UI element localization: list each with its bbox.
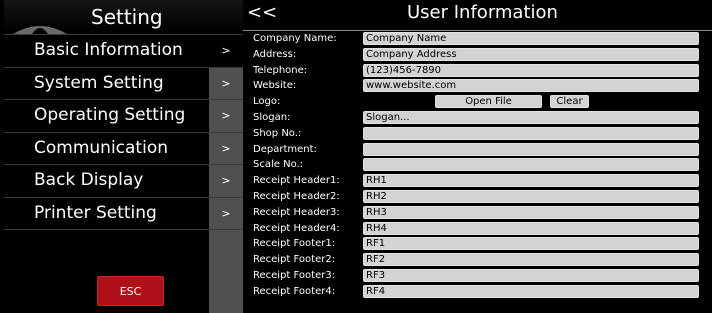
form-row-website: Website: www.website.com xyxy=(253,78,708,94)
chevron-right-icon: > xyxy=(209,67,243,99)
chevron-right-icon: > xyxy=(209,100,243,132)
shop-no-label: Shop No.: xyxy=(253,127,302,139)
sidebar-item-label: System Setting xyxy=(34,72,164,93)
receipt-header2-label: Receipt Header2: xyxy=(253,190,340,202)
receipt-footer4-label: Receipt Footer4: xyxy=(253,285,336,297)
form-row-scale-no: Scale No.: xyxy=(253,157,708,173)
sidebar-title: Setting xyxy=(91,5,163,29)
slogan-label: Slogan: xyxy=(253,111,291,123)
form-row-department: Department: xyxy=(253,142,708,158)
address-label: Address: xyxy=(253,48,297,60)
receipt-header3-label: Receipt Header3: xyxy=(253,206,340,218)
website-label: Website: xyxy=(253,80,297,92)
receipt-footer1-label: Receipt Footer1: xyxy=(253,238,336,250)
sidebar: Setting Basic Information > System Setti… xyxy=(4,0,243,313)
sidebar-nav: Basic Information > System Setting > Ope… xyxy=(4,35,243,230)
company-name-label: Company Name: xyxy=(253,33,337,44)
form-row-receipt-header3: Receipt Header3: RH3 xyxy=(253,205,708,221)
esc-button[interactable]: ESC xyxy=(97,276,164,306)
form-row-address: Address: Company Address xyxy=(253,47,708,63)
form-row-shop-no: Shop No.: xyxy=(253,126,708,142)
sidebar-header: Setting xyxy=(4,0,243,35)
chevron-right-icon: > xyxy=(221,44,231,58)
receipt-header4-field[interactable]: RH4 xyxy=(363,221,699,235)
back-button[interactable]: << xyxy=(247,2,277,23)
user-info-form: Company Name: Company Name Address: Comp… xyxy=(253,31,708,300)
telephone-field[interactable]: (123)456-7890 xyxy=(363,63,699,77)
form-row-receipt-footer3: Receipt Footer3: RF3 xyxy=(253,268,708,284)
shop-no-field[interactable] xyxy=(363,126,699,140)
form-row-company-name: Company Name: Company Name xyxy=(253,31,708,47)
form-row-telephone: Telephone: (123)456-7890 xyxy=(253,63,708,79)
main-panel: << User Information Company Name: Compan… xyxy=(243,0,712,313)
form-row-receipt-footer1: Receipt Footer1: RF1 xyxy=(253,236,708,252)
sidebar-arrow-column xyxy=(209,230,243,313)
receipt-footer4-field[interactable]: RF4 xyxy=(363,284,699,298)
receipt-footer3-label: Receipt Footer3: xyxy=(253,269,336,281)
scale-no-label: Scale No.: xyxy=(253,159,304,171)
form-row-receipt-footer2: Receipt Footer2: RF2 xyxy=(253,252,708,268)
top-bar: << User Information xyxy=(243,0,712,30)
receipt-footer2-label: Receipt Footer2: xyxy=(253,254,336,266)
receipt-header4-label: Receipt Header4: xyxy=(253,222,340,234)
telephone-label: Telephone: xyxy=(253,64,308,76)
chevron-right-icon: > xyxy=(209,132,243,164)
sidebar-item-label: Printer Setting xyxy=(34,202,157,223)
receipt-footer2-field[interactable]: RF2 xyxy=(363,253,699,267)
sidebar-item-communication[interactable]: Communication > xyxy=(4,132,243,165)
company-name-field[interactable]: Company Name xyxy=(363,32,699,45)
sidebar-item-system-setting[interactable]: System Setting > xyxy=(4,67,243,100)
receipt-header2-field[interactable]: RH2 xyxy=(363,189,699,203)
form-row-receipt-header4: Receipt Header4: RH4 xyxy=(253,221,708,237)
chevron-right-icon: > xyxy=(209,197,243,229)
sidebar-item-label: Basic Information xyxy=(34,40,183,60)
department-label: Department: xyxy=(253,143,317,155)
slogan-field[interactable]: Slogan... xyxy=(363,110,699,124)
open-file-button[interactable]: Open File xyxy=(435,95,542,109)
sidebar-item-back-display[interactable]: Back Display > xyxy=(4,165,243,198)
form-row-receipt-footer4: Receipt Footer4: RF4 xyxy=(253,284,708,300)
page-title: User Information xyxy=(407,2,558,23)
sidebar-item-label: Operating Setting xyxy=(34,105,186,125)
form-row-slogan: Slogan: Slogan... xyxy=(253,110,708,126)
form-row-receipt-header1: Receipt Header1: RH1 xyxy=(253,173,708,189)
sidebar-item-printer-setting[interactable]: Printer Setting > xyxy=(4,197,243,230)
receipt-footer3-field[interactable]: RF3 xyxy=(363,268,699,282)
receipt-header3-field[interactable]: RH3 xyxy=(363,205,699,219)
scale-no-field[interactable] xyxy=(363,158,699,172)
clear-button[interactable]: Clear xyxy=(550,95,589,109)
sidebar-item-operating-setting[interactable]: Operating Setting > xyxy=(4,100,243,133)
logo-label: Logo: xyxy=(253,96,281,108)
form-row-logo: Logo: Open File Clear xyxy=(253,94,708,110)
form-row-receipt-header2: Receipt Header2: RH2 xyxy=(253,189,708,205)
sidebar-item-label: Back Display xyxy=(34,170,144,190)
address-field[interactable]: Company Address xyxy=(363,47,699,61)
receipt-header1-label: Receipt Header1: xyxy=(253,175,340,187)
website-field[interactable]: www.website.com xyxy=(363,79,699,93)
logo-icon xyxy=(13,26,67,34)
department-field[interactable] xyxy=(363,142,699,156)
sidebar-item-basic-information[interactable]: Basic Information > xyxy=(4,35,243,68)
sidebar-item-label: Communication xyxy=(34,137,168,158)
chevron-right-icon: > xyxy=(209,165,243,197)
receipt-footer1-field[interactable]: RF1 xyxy=(363,237,699,251)
receipt-header1-field[interactable]: RH1 xyxy=(363,174,699,188)
